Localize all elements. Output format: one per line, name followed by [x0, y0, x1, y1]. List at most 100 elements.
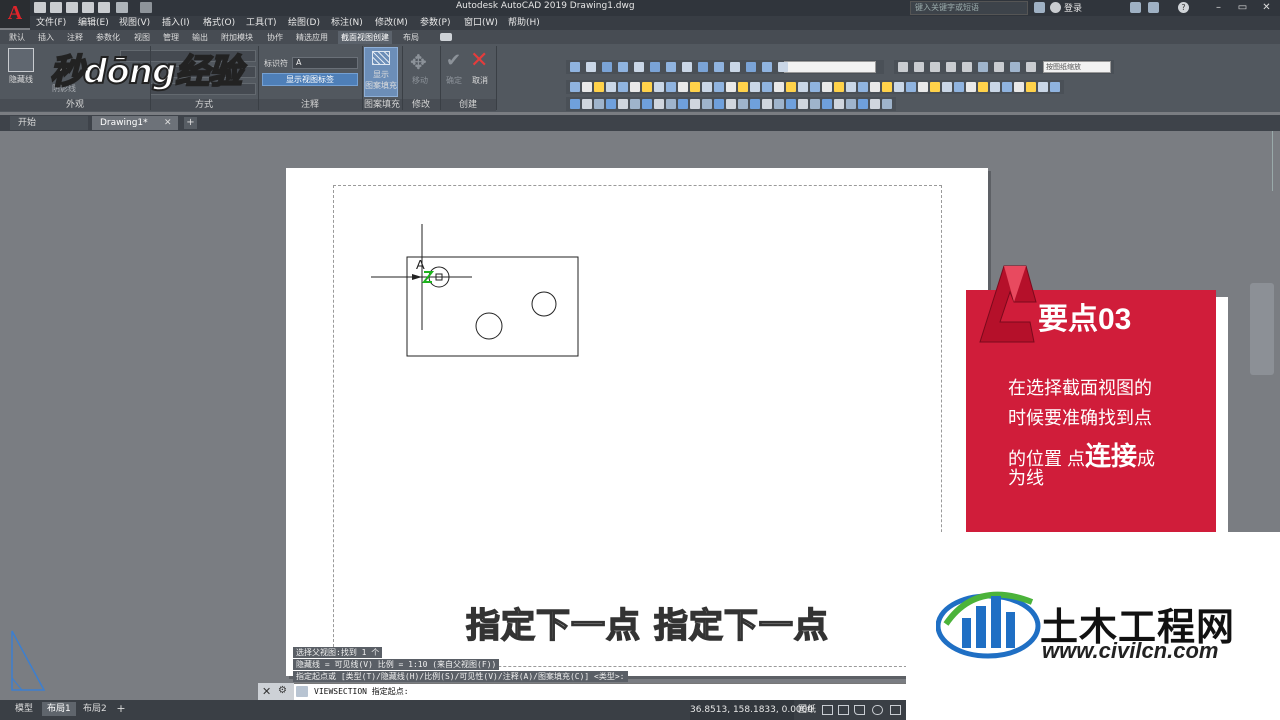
menu-edit[interactable]: 编辑(E)	[78, 16, 109, 30]
toolbar-tool-icon[interactable]	[882, 82, 892, 92]
tab-insert[interactable]: 插入	[35, 31, 57, 44]
toolbar-tool-icon[interactable]	[702, 82, 712, 92]
grid-icon[interactable]	[822, 705, 833, 715]
toolbar-tool-icon[interactable]	[650, 62, 660, 72]
tab-default[interactable]: 默认	[6, 31, 28, 44]
paper-space-toggle[interactable]: 图纸	[798, 700, 816, 720]
toolbar-tool-icon[interactable]	[738, 99, 748, 109]
tab-view[interactable]: 视图	[131, 31, 153, 44]
toolbar-tool-icon[interactable]	[738, 82, 748, 92]
toolbar-tool-icon[interactable]	[570, 82, 580, 92]
toolbar-tool-icon[interactable]	[570, 99, 580, 109]
add-layout-button[interactable]: +	[114, 702, 128, 716]
toolbar-tool-icon[interactable]	[594, 99, 604, 109]
toolbar-tool-icon[interactable]	[898, 62, 908, 72]
toolbar-tool-icon[interactable]	[786, 99, 796, 109]
menu-window[interactable]: 窗口(W)	[464, 16, 498, 30]
toolbar-tool-icon[interactable]	[654, 82, 664, 92]
toolbar-tool-icon[interactable]	[810, 99, 820, 109]
toolbar-tool-icon[interactable]	[942, 82, 952, 92]
menu-draw[interactable]: 绘图(D)	[288, 16, 320, 30]
menu-modify[interactable]: 修改(M)	[375, 16, 408, 30]
toolbar-tool-icon[interactable]	[618, 82, 628, 92]
toolbar-tool-icon[interactable]	[834, 99, 844, 109]
toolbar-tool-icon[interactable]	[954, 82, 964, 92]
toolbar-tool-icon[interactable]	[778, 62, 788, 72]
toolbar-tool-icon[interactable]	[1026, 62, 1036, 72]
cancel-icon[interactable]: ✕	[470, 48, 488, 73]
toolbar-tool-icon[interactable]	[762, 82, 772, 92]
toolbar-tool-icon[interactable]	[810, 82, 820, 92]
menu-format[interactable]: 格式(O)	[203, 16, 235, 30]
toolbar-tool-icon[interactable]	[1014, 82, 1024, 92]
toolbar-tool-icon[interactable]	[666, 99, 676, 109]
save-as-icon[interactable]	[82, 2, 94, 13]
toolbar-tool-icon[interactable]	[822, 82, 832, 92]
menu-parametric[interactable]: 参数(P)	[420, 16, 450, 30]
hidden-line-button[interactable]: 隐藏线	[4, 74, 38, 85]
toolbar-tool-icon[interactable]	[846, 82, 856, 92]
toolbar-tool-icon[interactable]	[858, 82, 868, 92]
cart-icon[interactable]	[1130, 2, 1141, 13]
toolbar-tool-icon[interactable]	[786, 82, 796, 92]
move-icon[interactable]: ✥	[410, 50, 427, 74]
tab-featured-apps[interactable]: 精选应用	[293, 31, 331, 44]
menu-dimension[interactable]: 标注(N)	[331, 16, 363, 30]
minimize-icon[interactable]: –	[1210, 0, 1227, 16]
circle-hole[interactable]	[531, 291, 557, 317]
tab-output[interactable]: 输出	[189, 31, 211, 44]
command-input[interactable]: VIEWSECTION 指定起点:	[314, 686, 409, 697]
show-view-label-button[interactable]: 显示视图标签	[262, 73, 358, 86]
redo-icon[interactable]	[140, 2, 152, 13]
tab-model[interactable]: 模型	[10, 702, 38, 716]
toolbar-tool-icon[interactable]	[750, 99, 760, 109]
toolbar-tool-icon[interactable]	[846, 99, 856, 109]
application-menu-button[interactable]: A	[0, 0, 30, 28]
toolbar-tool-icon[interactable]	[678, 99, 688, 109]
toolbar-tool-icon[interactable]	[978, 82, 988, 92]
toolbar-tool-icon[interactable]	[642, 82, 652, 92]
drawing-canvas[interactable]: A	[286, 168, 988, 676]
toolbar-tool-icon[interactable]	[582, 82, 592, 92]
toolbar-tool-icon[interactable]	[918, 82, 928, 92]
close-command-icon[interactable]: ✕	[262, 685, 271, 698]
toolbar-tool-icon[interactable]	[762, 62, 772, 72]
search-input[interactable]: 键入关键字或短语	[910, 1, 1028, 15]
menu-help[interactable]: 帮助(H)	[508, 16, 540, 30]
toolbar-tool-icon[interactable]	[774, 82, 784, 92]
toolbar-tool-icon[interactable]	[698, 62, 708, 72]
coordinate-readout[interactable]: 36.8513, 158.1833, 0.0000	[690, 700, 813, 720]
toolbar-tool-icon[interactable]	[702, 99, 712, 109]
close-window-icon[interactable]: ✕	[1258, 0, 1275, 16]
maximize-icon[interactable]: ▭	[1234, 0, 1251, 16]
help-icon[interactable]: ?	[1178, 2, 1189, 13]
open-file-icon[interactable]	[50, 2, 62, 13]
toolbar-tool-icon[interactable]	[978, 62, 988, 72]
customize-wrench-icon[interactable]: ⚙	[278, 685, 287, 696]
toolbar-tool-icon[interactable]	[1002, 82, 1012, 92]
toolbar-tool-icon[interactable]	[894, 82, 904, 92]
close-tab-icon[interactable]: ✕	[164, 116, 172, 130]
binoculars-icon[interactable]	[1034, 2, 1045, 13]
cancel-button-label[interactable]: 取消	[472, 75, 488, 86]
tab-start[interactable]: 开始	[10, 116, 88, 130]
polar-icon[interactable]	[872, 705, 883, 715]
toolbar-tool-icon[interactable]	[630, 99, 640, 109]
toolbar-tool-icon[interactable]	[930, 62, 940, 72]
menu-tools[interactable]: 工具(T)	[246, 16, 277, 30]
toolbar-tool-icon[interactable]	[594, 82, 604, 92]
toolbar-tool-icon[interactable]	[582, 99, 592, 109]
toolbar-tool-icon[interactable]	[630, 82, 640, 92]
user-icon[interactable]	[1050, 2, 1061, 13]
toolbar-tool-icon[interactable]	[1010, 62, 1020, 72]
tab-annotate[interactable]: 注释	[64, 31, 86, 44]
toolbar-tool-icon[interactable]	[746, 62, 756, 72]
view-scale-combo[interactable]: 按图纸缩放	[1043, 61, 1111, 73]
toolbar-tool-icon[interactable]	[906, 82, 916, 92]
toolbar-tool-icon[interactable]	[870, 82, 880, 92]
tab-addins[interactable]: 附加模块	[218, 31, 256, 44]
toolbar-tool-icon[interactable]	[914, 62, 924, 72]
exchange-icon[interactable]	[1148, 2, 1159, 13]
ortho-icon[interactable]	[854, 705, 865, 715]
show-hatch-button[interactable]: 显示 图案填充	[364, 47, 398, 97]
